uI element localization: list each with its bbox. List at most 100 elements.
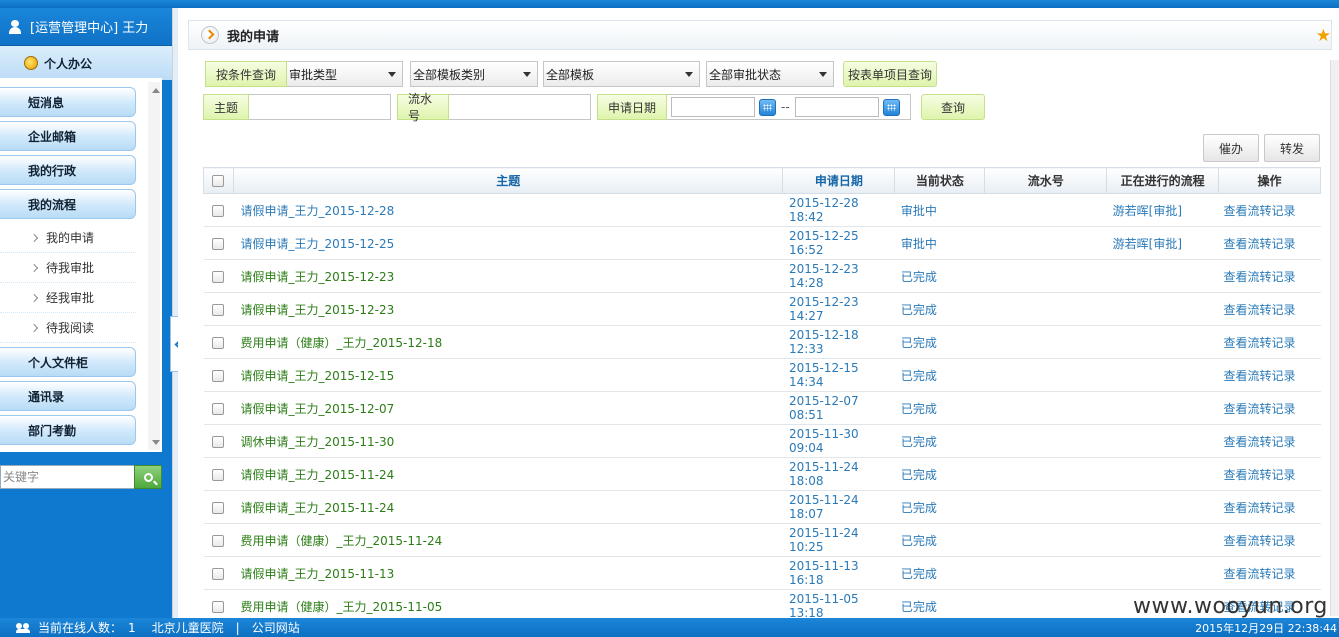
- query-button[interactable]: 查询: [921, 94, 985, 120]
- serial-input[interactable]: [449, 94, 591, 120]
- row-subject-link[interactable]: 请假申请_王力_2015-12-15: [233, 358, 783, 392]
- row-current-flow[interactable]: [1106, 490, 1219, 524]
- row-checkbox[interactable]: [212, 303, 225, 316]
- row-current-flow[interactable]: 游若晖[审批]: [1106, 226, 1219, 260]
- approval-status-select[interactable]: 全部审批状态: [706, 61, 834, 87]
- row-current-flow[interactable]: [1106, 358, 1219, 392]
- company-site-link[interactable]: 公司网站: [252, 619, 300, 636]
- row-current-flow[interactable]: [1106, 424, 1219, 458]
- approval-type-select[interactable]: 审批类型: [287, 61, 403, 87]
- table-row[interactable]: 费用申请（健康）_王力_2015-12-18 2015-12-18 12:33 已完…: [203, 325, 1321, 359]
- select-all-checkbox[interactable]: [212, 175, 225, 187]
- view-flow-record-link[interactable]: 查看流转记录: [1218, 424, 1321, 458]
- personal-office-bar[interactable]: 个人办公: [0, 46, 172, 80]
- view-flow-record-link[interactable]: 查看流转记录: [1218, 523, 1321, 557]
- condition-query-label[interactable]: 按条件查询: [205, 61, 287, 87]
- row-subject-link[interactable]: 请假申请_王力_2015-12-23: [233, 259, 783, 293]
- row-checkbox[interactable]: [212, 534, 225, 547]
- row-subject-link[interactable]: 请假申请_王力_2015-11-24: [233, 490, 783, 524]
- view-flow-record-link[interactable]: 查看流转记录: [1218, 457, 1321, 491]
- row-subject-link[interactable]: 请假申请_王力_2015-12-28: [233, 193, 783, 227]
- row-checkbox[interactable]: [212, 402, 225, 415]
- row-current-flow[interactable]: [1106, 391, 1219, 425]
- row-checkbox[interactable]: [212, 600, 225, 613]
- row-subject-link[interactable]: 请假申请_王力_2015-11-24: [233, 457, 783, 491]
- calendar-icon[interactable]: [759, 98, 776, 116]
- keyword-search-input[interactable]: [0, 465, 134, 489]
- row-current-flow[interactable]: 游若晖[审批]: [1106, 193, 1219, 227]
- table-row[interactable]: 请假申请_王力_2015-12-25 2015-12-25 16:52 审批中 游若晖…: [203, 226, 1321, 260]
- table-row[interactable]: 请假申请_王力_2015-11-13 2015-11-13 16:18 已完成 查看流…: [203, 556, 1321, 590]
- row-checkbox[interactable]: [212, 204, 225, 217]
- sidebar-scrollbar[interactable]: [148, 82, 160, 450]
- end-date-input[interactable]: [794, 97, 879, 117]
- sidebar-item-messages[interactable]: 短消息: [0, 87, 136, 117]
- urge-button[interactable]: 催办: [1203, 134, 1259, 162]
- template-category-select[interactable]: 全部模板类别: [410, 61, 538, 87]
- view-flow-record-link[interactable]: 查看流转记录: [1218, 358, 1321, 392]
- calendar-icon[interactable]: [882, 98, 900, 116]
- sidebar-item-attendance[interactable]: 部门考勤: [0, 415, 136, 445]
- header-subject[interactable]: 主题: [232, 167, 784, 194]
- scroll-down-icon[interactable]: [152, 440, 160, 445]
- view-flow-record-link[interactable]: 查看流转记录: [1218, 226, 1321, 260]
- user-bar[interactable]: [运营管理中心] 王力: [0, 8, 172, 46]
- sidebar-item-admin[interactable]: 我的行政: [0, 155, 136, 185]
- table-row[interactable]: 请假申请_王力_2015-11-24 2015-11-24 18:08 已完成 查看流…: [203, 457, 1321, 491]
- view-flow-record-link[interactable]: 查看流转记录: [1218, 490, 1321, 524]
- table-row[interactable]: 请假申请_王力_2015-12-28 2015-12-28 18:42 审批中 游若晖…: [203, 193, 1321, 227]
- scroll-up-icon[interactable]: [152, 88, 160, 93]
- view-flow-record-link[interactable]: 查看流转记录: [1218, 292, 1321, 326]
- row-subject-link[interactable]: 请假申请_王力_2015-12-23: [233, 292, 783, 326]
- form-item-query-button[interactable]: 按表单项目查询: [843, 61, 937, 87]
- table-row[interactable]: 请假申请_王力_2015-12-23 2015-12-23 14:28 已完成 查看流…: [203, 259, 1321, 293]
- table-row[interactable]: 请假申请_王力_2015-12-15 2015-12-15 14:34 已完成 查看流…: [203, 358, 1321, 392]
- row-checkbox[interactable]: [212, 501, 225, 514]
- view-flow-record-link[interactable]: 查看流转记录: [1218, 259, 1321, 293]
- table-row[interactable]: 请假申请_王力_2015-12-07 2015-12-07 08:51 已完成 查看流…: [203, 391, 1321, 425]
- row-subject-link[interactable]: 请假申请_王力_2015-12-07: [233, 391, 783, 425]
- row-subject-link[interactable]: 请假申请_王力_2015-11-13: [233, 556, 783, 590]
- table-row[interactable]: 请假申请_王力_2015-12-23 2015-12-23 14:27 已完成 查看流…: [203, 292, 1321, 326]
- row-checkbox[interactable]: [212, 270, 225, 283]
- star-icon[interactable]: ★: [1316, 26, 1331, 46]
- row-subject-link[interactable]: 费用申请（健康）_王力_2015-11-24: [233, 523, 783, 557]
- table-row[interactable]: 费用申请（健康）_王力_2015-11-24 2015-11-24 10:25 已完…: [203, 523, 1321, 557]
- row-checkbox[interactable]: [212, 237, 225, 250]
- search-button[interactable]: [134, 465, 162, 489]
- row-checkbox[interactable]: [212, 435, 225, 448]
- row-checkbox[interactable]: [212, 369, 225, 382]
- row-current-flow[interactable]: [1106, 556, 1219, 590]
- row-subject-link[interactable]: 调休申请_王力_2015-11-30: [233, 424, 783, 458]
- sidebar-subitem-my-applications[interactable]: 我的申请: [0, 223, 136, 253]
- sidebar-subitem-to-read[interactable]: 待我阅读: [0, 313, 136, 343]
- template-select[interactable]: 全部模板: [543, 61, 700, 87]
- table-row[interactable]: 调休申请_王力_2015-11-30 2015-11-30 09:04 已完成 查看流…: [203, 424, 1321, 458]
- header-date[interactable]: 申请日期: [782, 167, 896, 194]
- row-current-flow[interactable]: [1106, 523, 1219, 557]
- row-current-flow[interactable]: [1106, 259, 1219, 293]
- row-checkbox[interactable]: [212, 468, 225, 481]
- view-flow-record-link[interactable]: 查看流转记录: [1218, 391, 1321, 425]
- sidebar-item-contacts[interactable]: 通讯录: [0, 381, 136, 411]
- view-flow-record-link[interactable]: 查看流转记录: [1218, 325, 1321, 359]
- start-date-input[interactable]: [671, 97, 755, 117]
- row-current-flow[interactable]: [1106, 457, 1219, 491]
- sidebar-item-file-cabinet[interactable]: 个人文件柜: [0, 347, 136, 377]
- row-subject-link[interactable]: 请假申请_王力_2015-12-25: [233, 226, 783, 260]
- row-checkbox[interactable]: [212, 567, 225, 580]
- main-scrollbar[interactable]: [1330, 60, 1339, 616]
- sidebar-item-my-flow[interactable]: 我的流程: [0, 189, 136, 219]
- sidebar-subitem-pending-approval[interactable]: 待我审批: [0, 253, 136, 283]
- row-subject-link[interactable]: 费用申请（健康）_王力_2015-12-18: [233, 325, 783, 359]
- forward-button[interactable]: 转发: [1264, 134, 1320, 162]
- sidebar-item-email[interactable]: 企业邮箱: [0, 121, 136, 151]
- sidebar-subitem-approved-by-me[interactable]: 经我审批: [0, 283, 136, 313]
- header-status[interactable]: 当前状态: [894, 167, 986, 194]
- subject-input[interactable]: [249, 94, 391, 120]
- row-current-flow[interactable]: [1106, 292, 1219, 326]
- table-row[interactable]: 请假申请_王力_2015-11-24 2015-11-24 18:07 已完成 查看流…: [203, 490, 1321, 524]
- view-flow-record-link[interactable]: 查看流转记录: [1218, 556, 1321, 590]
- row-current-flow[interactable]: [1106, 325, 1219, 359]
- header-serial[interactable]: 流水号: [984, 167, 1108, 194]
